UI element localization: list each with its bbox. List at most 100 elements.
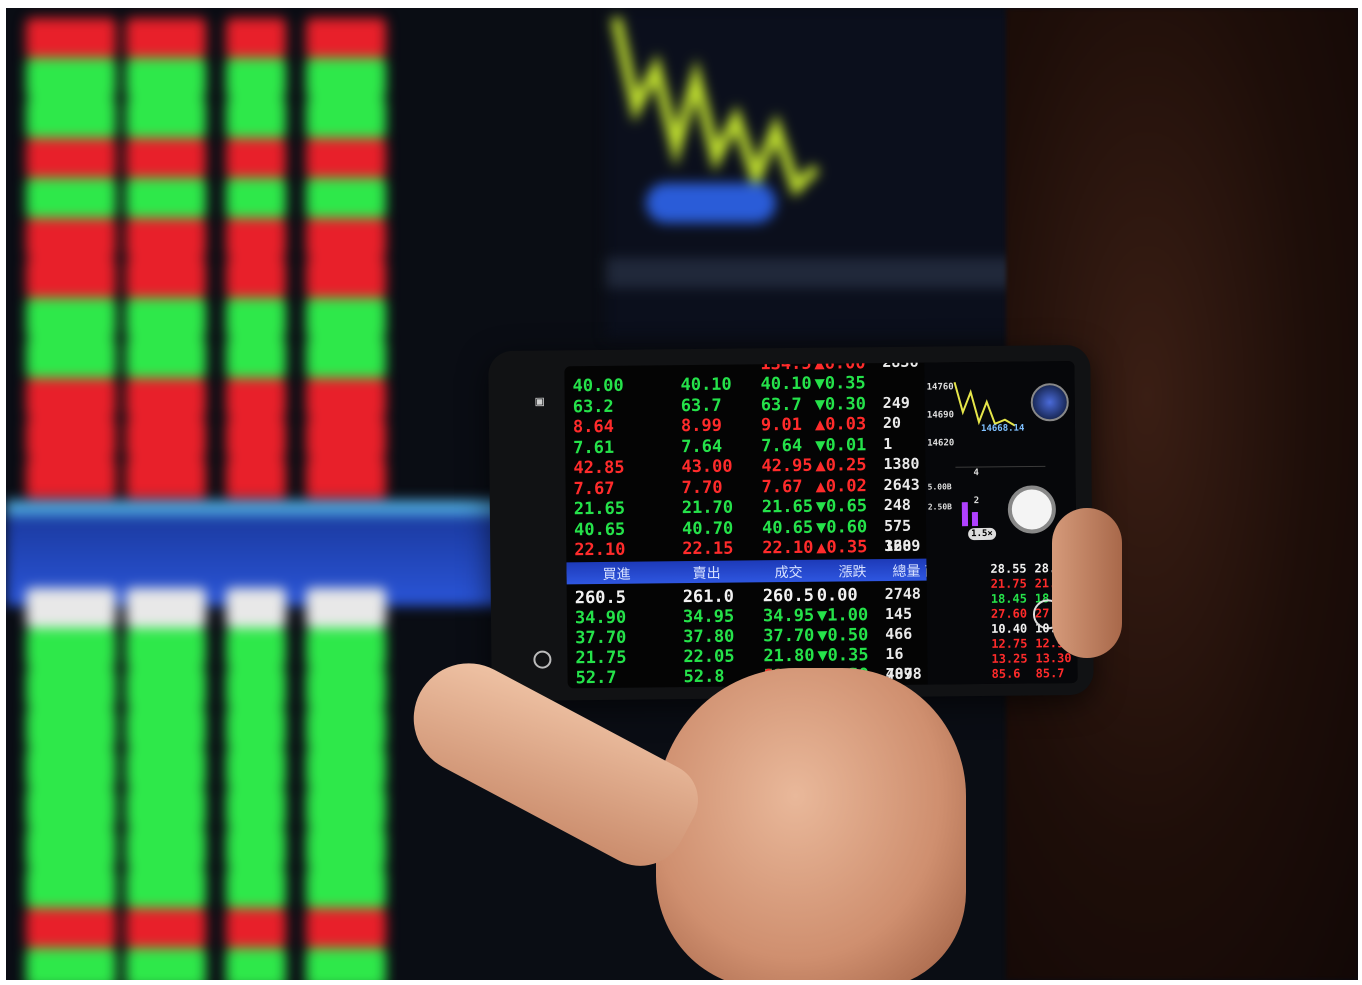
right-value: 13.30 [1035,651,1072,666]
background-cell [226,218,286,258]
background-cell [126,378,206,418]
background-cell [306,418,386,458]
quote-change: ▼1.00 [816,605,869,626]
quote-last: 63.7 [760,394,802,415]
gallery-icon[interactable] [533,650,552,669]
quote-ask: 261.0 [682,586,735,608]
quote-row-extra: 1289 [566,537,928,561]
quote-volume: 466 [885,624,913,644]
background-cell [126,948,206,980]
background-cell [226,18,286,58]
quote-volume: 1380 [883,454,920,474]
quote-bid: 21.65 [573,498,626,520]
quote-change: ▼0.30 [814,393,867,415]
axis-label-1: 2 [973,496,980,507]
quote-change: ▲6.00 [814,361,866,374]
background-cell [226,868,286,908]
background-cell [226,378,286,418]
background-cell [126,668,206,708]
background-cell [306,18,386,58]
background-cell [306,628,386,668]
quote-volume: 145 [884,604,913,624]
quote-bid: 40.65 [573,519,626,540]
index-label-1: 14690 [926,410,955,421]
quote-volume: 16 [885,644,904,664]
background-cell [226,98,286,138]
background-cell [306,948,386,980]
quote-volume: 2748 [884,584,921,604]
right-value: 13.25 [991,651,1028,666]
background-cell [226,258,286,298]
header-last: 成交 [774,564,803,582]
background-cell [226,178,286,218]
quote-change: ▼0.35 [814,373,866,394]
background-cell [26,18,116,58]
background-cell [26,298,116,338]
background-cell [126,868,206,908]
background-cell [306,298,386,338]
header-ask: 賣出 [692,565,721,583]
quote-ask: 21.70 [681,497,734,519]
shutter-button-icon[interactable] [1007,485,1057,534]
background-cell [306,588,386,628]
quote-ask: 22.05 [683,646,735,668]
background-cell [226,748,286,788]
quote-volume: 2836 [882,361,919,372]
background-cell [306,138,386,178]
quote-bid: 8.64 [572,416,615,438]
background-cell [306,98,386,138]
background-cell [306,58,386,98]
header-change: 漲跌 [838,564,867,581]
right-value: 18.45 [990,591,1028,606]
hand-finger [1052,508,1122,658]
quote-change: ▲0.03 [814,414,867,435]
volume-label-0: 5.00B [927,482,952,492]
quote-bid: 34.90 [574,607,627,629]
background-cell [26,868,116,908]
background-cell [26,748,116,788]
quote-last: 42.95 [761,455,813,477]
background-cell [226,588,286,628]
photo: ▣ 134.5 ▲6.00 2836 40.00 40.10 40.10 ▼0.35 63.2… [6,8,1358,980]
quote-volume: 1289 [884,536,921,556]
background-cell [26,178,116,218]
background-cell [306,218,386,258]
background-cell [306,868,386,908]
quote-bid: 42.85 [573,457,625,479]
quote-last: 37.70 [763,625,815,647]
smartphone: ▣ 134.5 ▲6.00 2836 40.00 40.10 40.10 ▼0.35 63.2… [488,344,1094,702]
quote-ask: 34.95 [682,606,735,628]
zoom-badge[interactable]: 1.5× [968,527,996,541]
background-cell [26,708,116,748]
background-cell [26,458,116,498]
background-cell [306,378,386,418]
background-cell [126,298,206,338]
lens-preview-icon[interactable] [1030,383,1069,422]
background-cell [226,138,286,178]
background-cell [226,458,286,498]
camera-switch-icon[interactable]: ▣ [531,393,549,411]
background-cell [126,908,206,948]
background-cell [226,708,286,748]
quote-bid: 37.70 [575,627,627,649]
header-bid: 買進 [602,566,631,583]
quote-change: ▼0.01 [815,434,867,456]
quote-last: 9.01 [760,414,803,436]
background-cell [306,458,386,498]
quote-last: 21.80 [763,645,815,667]
quote-last: 260.5 [762,585,815,607]
background-cell [126,708,206,748]
quote-change: ▼0.65 [815,496,868,517]
quote-last: 7.67 [761,476,803,497]
background-cell [306,708,386,748]
quote-ask: 40.10 [680,374,732,396]
quote-volume: 2643 [883,475,920,494]
background-cell [26,908,116,948]
background-cell [126,138,206,178]
background-cell [26,668,116,708]
quote-volume: 575 [883,516,912,535]
quote-ask: 8.99 [680,415,723,437]
background-cell [126,458,206,498]
background-cell [226,908,286,948]
background-cell [126,258,206,298]
